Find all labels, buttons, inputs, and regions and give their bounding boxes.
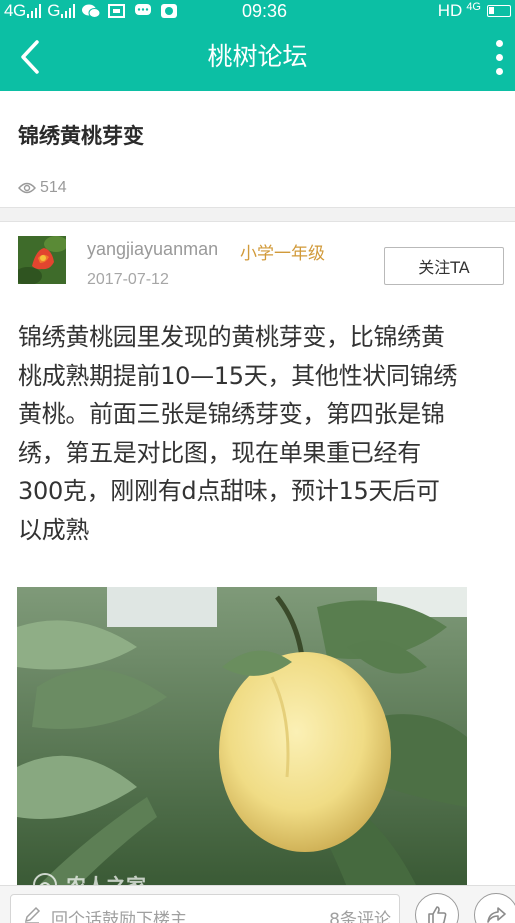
comment-input[interactable]: 回个话鼓励下楼主 8条评论 xyxy=(10,894,400,923)
hd-indicator: HD xyxy=(437,1,463,20)
post-date: 2017-07-12 xyxy=(87,271,169,288)
thumbs-up-icon xyxy=(428,906,447,923)
post-body-line: 桃成熟期提前10—15天，其他性状同锦绣 xyxy=(18,361,458,390)
status-time: 09:36 xyxy=(242,1,288,21)
like-button[interactable] xyxy=(415,893,459,923)
signal-1-icon xyxy=(26,4,42,18)
status-right: HD 4G xyxy=(438,0,511,22)
share-button[interactable] xyxy=(474,893,515,923)
author-name[interactable]: yangjiayuanman xyxy=(87,239,218,260)
signal-2-icon xyxy=(60,4,76,18)
app-root: 4G G 09:36 HD 4G 桃树论坛 锦绣黄桃芽变 514 yangjia… xyxy=(0,0,515,923)
app-header: 桃树论坛 xyxy=(0,22,515,91)
app-icon xyxy=(159,2,179,20)
page-title: 桃树论坛 xyxy=(207,42,308,71)
share-icon xyxy=(487,907,506,923)
view-count-value: 514 xyxy=(40,179,67,196)
more-button[interactable] xyxy=(487,36,511,78)
post-body-line: 黄桃。前面三张是锦绣芽变，第四张是锦 xyxy=(18,400,445,428)
avatar[interactable] xyxy=(18,236,66,284)
pencil-icon xyxy=(24,906,41,923)
post-image[interactable] xyxy=(17,587,467,887)
wechat-icon xyxy=(81,2,101,20)
status-bar: 4G G 09:36 HD 4G xyxy=(0,0,515,22)
network-right-label: 4G xyxy=(466,1,481,13)
battery-icon xyxy=(487,5,511,17)
eye-icon xyxy=(18,182,36,194)
post-body-line: 以成熟 xyxy=(18,515,90,544)
network-2: G xyxy=(47,1,76,21)
network-1: 4G xyxy=(4,1,42,21)
more-dot xyxy=(495,67,503,75)
post-body-line: 锦绣黄桃园里发现的黄桃芽变，比锦绣黄 xyxy=(18,323,445,351)
bottom-bar: 回个话鼓励下楼主 8条评论 xyxy=(0,885,515,923)
author-grade-badge: 小学一年级 xyxy=(240,244,325,264)
post-body-line: 300克，刚刚有d点甜味，预计15天后可 xyxy=(18,477,440,505)
comment-placeholder: 回个话鼓励下楼主 xyxy=(51,910,187,923)
comment-count[interactable]: 8条评论 xyxy=(329,905,391,923)
status-left: 4G G xyxy=(4,0,179,22)
notification-icon xyxy=(107,2,127,20)
view-count: 514 xyxy=(18,178,67,198)
network-2-label: G xyxy=(47,1,60,20)
section-divider xyxy=(0,207,515,222)
post-body-line: 绣，第五是对比图，现在单果重已经有 xyxy=(18,438,421,467)
post-title: 锦绣黄桃芽变 xyxy=(18,124,144,148)
network-1-label: 4G xyxy=(4,1,26,20)
post-body: 锦绣黄桃园里发现的黄桃芽变，比锦绣黄 桃成熟期提前10—15天，其他性状同锦绣 … xyxy=(18,318,513,549)
follow-button[interactable]: 关注TA xyxy=(384,247,504,285)
more-dot xyxy=(495,53,503,61)
more-vertical-icon xyxy=(495,39,503,47)
chat-icon xyxy=(133,2,153,20)
